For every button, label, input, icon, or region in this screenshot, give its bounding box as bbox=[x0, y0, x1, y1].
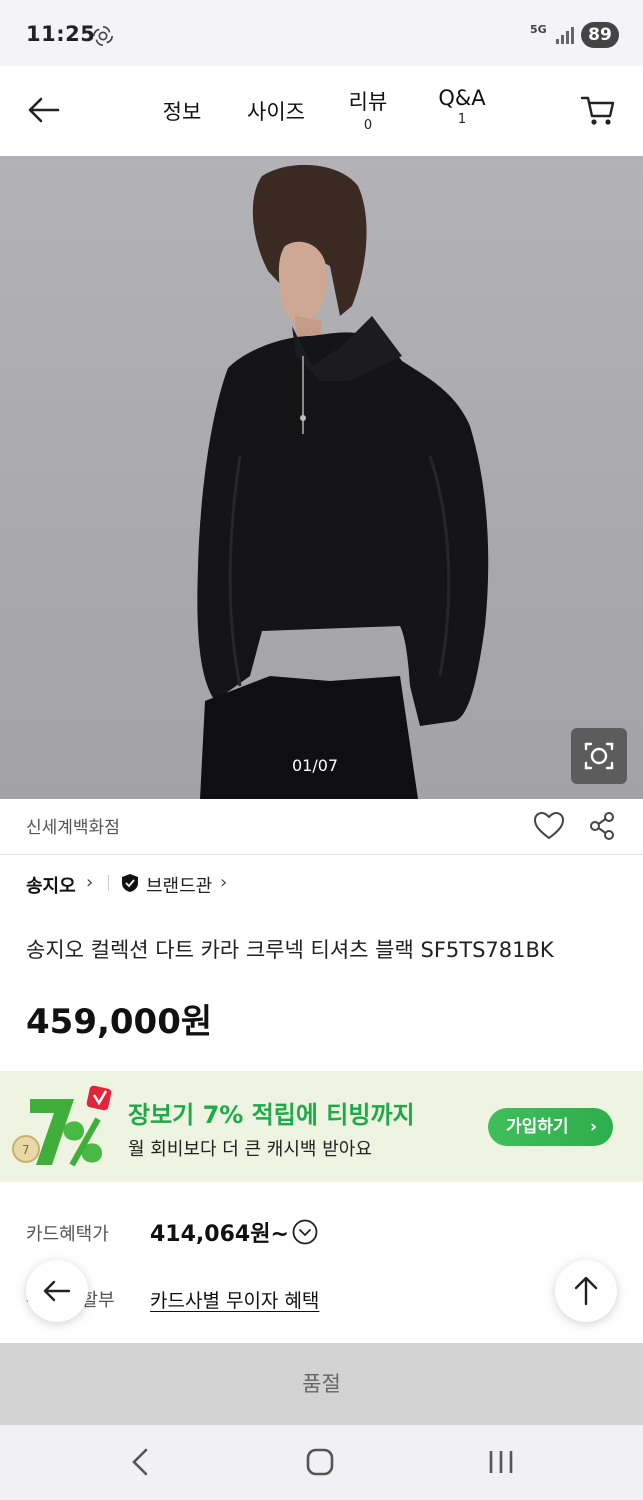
chevron-down-circle-icon[interactable] bbox=[292, 1219, 318, 1245]
tab-count: 0 bbox=[363, 118, 373, 133]
installment-link[interactable]: 카드사별 무이자 혜택 bbox=[150, 1286, 319, 1313]
card-benefit-row: 카드혜택가 414,064원~ bbox=[0, 1210, 643, 1254]
camera-scan-icon bbox=[584, 742, 614, 770]
status-time: 11:25 bbox=[26, 22, 96, 46]
brand-row: 송지오 › 브랜드관 › bbox=[0, 866, 643, 900]
system-back-icon[interactable] bbox=[128, 1447, 152, 1477]
seller-name[interactable]: 신세계백화점 bbox=[26, 813, 120, 838]
signal-icon bbox=[556, 27, 574, 44]
product-title: 송지오 컬렉션 다트 카라 크루넥 티셔츠 블랙 SF5TS781BK bbox=[26, 938, 554, 962]
tab-label: 리뷰 bbox=[348, 90, 388, 114]
scroll-to-top-button[interactable] bbox=[555, 1260, 617, 1322]
svg-text:7: 7 bbox=[22, 1143, 30, 1157]
tab-label: 사이즈 bbox=[247, 100, 305, 124]
join-label: 가입하기 bbox=[506, 1117, 569, 1137]
tab-size[interactable]: 사이즈 bbox=[236, 96, 316, 126]
battery-indicator: 89 bbox=[581, 22, 619, 48]
brand-chevron: › bbox=[86, 872, 94, 893]
top-nav: 정보 사이즈 리뷰 0 Q&A 1 bbox=[0, 66, 643, 156]
tab-review[interactable]: 리뷰 0 bbox=[338, 86, 398, 133]
image-search-button[interactable] bbox=[571, 728, 627, 784]
tab-info[interactable]: 정보 bbox=[152, 96, 212, 126]
heart-icon[interactable] bbox=[533, 811, 565, 841]
system-nav-bar bbox=[0, 1425, 643, 1500]
tab-count: 1 bbox=[457, 112, 467, 127]
card-benefit-price: 414,064원~ bbox=[150, 1222, 289, 1247]
image-counter: 01/07 bbox=[292, 756, 339, 775]
arrow-up-icon bbox=[574, 1276, 598, 1306]
share-icon[interactable] bbox=[588, 811, 616, 841]
system-recents-icon[interactable] bbox=[488, 1449, 514, 1475]
shield-check-icon bbox=[122, 874, 138, 892]
floating-back-button[interactable] bbox=[26, 1260, 88, 1322]
product-photo bbox=[197, 164, 489, 799]
card-benefit-label: 카드혜택가 bbox=[26, 1224, 109, 1245]
promo-7-percent-logo: 7 bbox=[12, 1085, 112, 1167]
divider bbox=[108, 875, 109, 891]
status-bar: 11:25 5G 89 bbox=[0, 0, 643, 66]
seller-row: 신세계백화점 bbox=[0, 799, 643, 855]
promo-subtext: 월 회비보다 더 큰 캐시백 받아요 bbox=[128, 1139, 372, 1160]
product-image-gallery[interactable]: 01/07 bbox=[0, 156, 643, 799]
membership-promo-banner[interactable]: 7 장보기 7% 적립에 티빙까지 월 회비보다 더 큰 캐시백 받아요 가입하… bbox=[0, 1071, 643, 1182]
system-home-icon[interactable] bbox=[306, 1448, 334, 1476]
join-button[interactable]: 가입하기 › bbox=[488, 1108, 613, 1146]
tab-qna[interactable]: Q&A 1 bbox=[426, 86, 498, 127]
tab-label: 정보 bbox=[162, 100, 202, 124]
tab-label: Q&A bbox=[438, 86, 486, 110]
sold-out-button[interactable]: 품절 bbox=[0, 1343, 643, 1425]
brand-name[interactable]: 송지오 bbox=[26, 872, 76, 898]
brand-hall-link[interactable]: 브랜드관 bbox=[146, 872, 212, 898]
cart-icon[interactable] bbox=[580, 94, 616, 128]
back-arrow-icon[interactable] bbox=[26, 92, 62, 128]
back-arrow-icon bbox=[43, 1280, 71, 1302]
chatgpt-icon bbox=[93, 26, 113, 46]
installment-row: 무이자 할부 카드사별 무이자 혜택 bbox=[0, 1278, 643, 1318]
brand-hall-chevron: › bbox=[220, 872, 228, 893]
promo-headline: 장보기 7% 적립에 티빙까지 bbox=[128, 1101, 415, 1129]
network-type: 5G bbox=[530, 23, 547, 36]
product-price: 459,000원 bbox=[26, 1002, 213, 1042]
chevron-right-icon: › bbox=[589, 1117, 597, 1137]
